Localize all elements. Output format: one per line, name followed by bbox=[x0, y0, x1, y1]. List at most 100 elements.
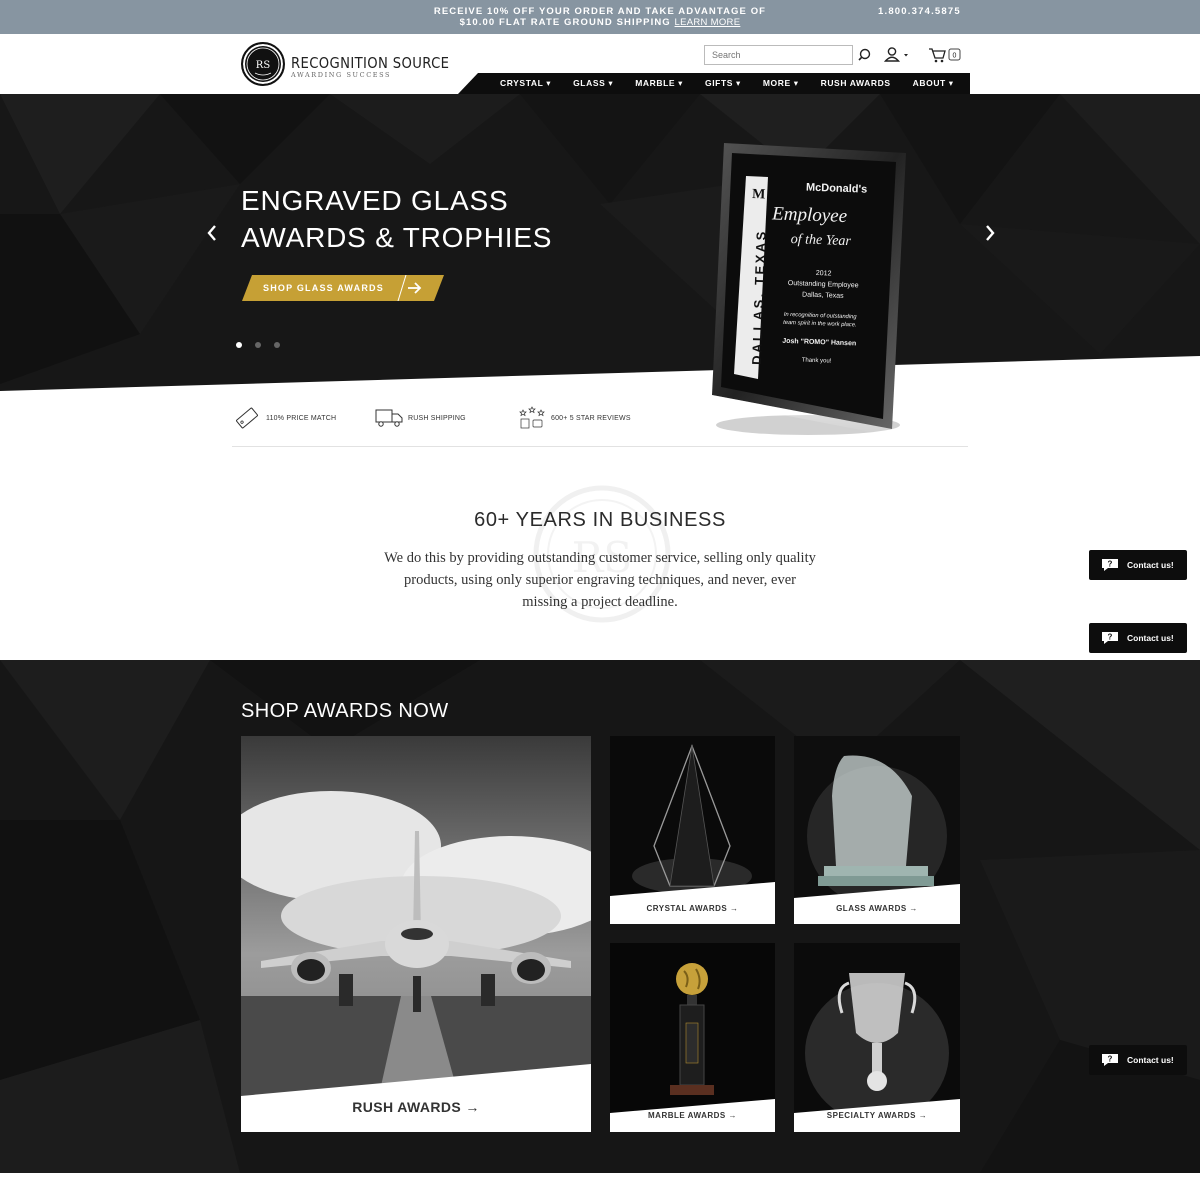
chat-bubble-icon: ? bbox=[1102, 1054, 1118, 1066]
airplane-image bbox=[241, 736, 591, 1132]
carousel-prev-icon[interactable] bbox=[204, 222, 220, 244]
contact-us-button-3[interactable]: ? Contact us! bbox=[1089, 1045, 1187, 1075]
shop-awards-section: SHOP AWARDS NOW RUSH AWARDS → CRYSTAL AW… bbox=[0, 660, 1200, 1173]
features-row: 110% PRICE MATCH RUSH SHIPPING 600+ 5 ST… bbox=[232, 395, 968, 447]
nav-item-more[interactable]: MORE ▾ bbox=[763, 73, 799, 94]
about-line-2: products, using only superior engraving … bbox=[403, 572, 797, 588]
search-input[interactable] bbox=[704, 45, 853, 65]
svg-text:?: ? bbox=[1108, 560, 1113, 569]
truck-icon bbox=[375, 409, 403, 427]
promo-message: RECEIVE 10% OFF YOUR ORDER AND TAKE ADVA… bbox=[400, 6, 800, 28]
tile-label-crystal-awards: CRYSTAL AWARDS → bbox=[646, 904, 739, 913]
tile-crystal-awards[interactable]: CRYSTAL AWARDS → bbox=[610, 736, 775, 924]
cta-label: SHOP GLASS AWARDS bbox=[263, 283, 384, 293]
contact-us-button-2[interactable]: ? Contact us! bbox=[1089, 623, 1187, 653]
stars-review-icon bbox=[519, 406, 545, 429]
about-description: We do this by providing outstanding cust… bbox=[360, 547, 840, 613]
hero-title-line-2: AWARDS & TROPHIES bbox=[241, 222, 553, 253]
crystal-award-image bbox=[610, 736, 775, 924]
tile-label-marble-awards: MARBLE AWARDS → bbox=[648, 1111, 737, 1120]
marble-award-image bbox=[610, 943, 775, 1132]
nav-item-crystal[interactable]: CRYSTAL ▾ bbox=[500, 73, 551, 94]
hero-title-line-1: ENGRAVED GLASS bbox=[241, 185, 509, 216]
about-line-3: missing a project deadline. bbox=[522, 594, 678, 610]
specialty-award-image bbox=[794, 943, 960, 1132]
nav-items: CRYSTAL ▾ GLASS ▾ MARBLE ▾ GIFTS ▾ MORE … bbox=[500, 73, 976, 94]
shop-glass-awards-button[interactable]: SHOP GLASS AWARDS bbox=[242, 275, 444, 301]
glass-plaque-image: DALLAS, TEXAS M McDonald's Employee of t… bbox=[710, 143, 906, 437]
hero-background bbox=[0, 94, 1200, 394]
svg-text:?: ? bbox=[1108, 1055, 1113, 1064]
tile-label-specialty-awards: SPECIALTY AWARDS → bbox=[826, 1111, 928, 1120]
site-header: RS RECOGNITION SOURCE AWARDING SUCCESS 0… bbox=[0, 34, 1200, 94]
svg-text:of the Year: of the Year bbox=[790, 232, 851, 249]
svg-text:M: M bbox=[752, 187, 766, 202]
nav-item-marble[interactable]: MARBLE ▾ bbox=[635, 73, 683, 94]
tile-label-specialty-awards-text: SPECIALTY AWARDS bbox=[826, 1111, 916, 1120]
logo-tagline: AWARDING SUCCESS bbox=[291, 71, 392, 79]
tile-label-glass-awards-text: GLASS AWARDS bbox=[836, 904, 907, 913]
chat-bubble-icon: ? bbox=[1102, 632, 1118, 644]
about-line-1: We do this by providing outstanding cust… bbox=[384, 550, 816, 566]
tile-specialty-awards[interactable]: SPECIALTY AWARDS → bbox=[794, 943, 960, 1132]
tile-glass-awards[interactable]: GLASS AWARDS → bbox=[794, 736, 960, 924]
contact-label-1: Contact us! bbox=[1127, 560, 1174, 570]
nav-item-gifts[interactable]: GIFTS ▾ bbox=[705, 73, 741, 94]
svg-text:?: ? bbox=[1108, 633, 1113, 642]
contact-us-button-1[interactable]: ? Contact us! bbox=[1089, 550, 1187, 580]
tile-marble-awards[interactable]: MARBLE AWARDS → bbox=[610, 943, 775, 1132]
feature-price-match: 110% PRICE MATCH bbox=[232, 406, 336, 430]
glass-award-image bbox=[794, 736, 960, 924]
shop-background bbox=[0, 660, 1200, 1173]
cart-icon[interactable]: 0 bbox=[928, 45, 962, 65]
carousel-dot-3[interactable] bbox=[274, 342, 280, 348]
shop-title: SHOP AWARDS NOW bbox=[241, 700, 449, 722]
logo-name[interactable]: RECOGNITION SOURCE bbox=[291, 54, 449, 72]
logo-emblem[interactable]: RS bbox=[241, 42, 285, 86]
promo-line-2: $10.00 FLAT RATE GROUND SHIPPING LEARN M… bbox=[400, 17, 800, 28]
contact-label-2: Contact us! bbox=[1127, 633, 1174, 643]
feature-label-price-match: 110% PRICE MATCH bbox=[266, 414, 337, 422]
carousel-dot-2[interactable] bbox=[255, 342, 261, 348]
svg-text:Thank you!: Thank you! bbox=[802, 357, 832, 364]
svg-text:0: 0 bbox=[953, 53, 957, 60]
svg-text:2012: 2012 bbox=[816, 270, 832, 278]
tile-label-crystal-awards-text: CRYSTAL AWARDS bbox=[646, 904, 728, 913]
user-account-icon[interactable] bbox=[883, 45, 910, 65]
feature-reviews: 600+ 5 STAR REVIEWS bbox=[517, 406, 631, 430]
nav-item-about[interactable]: ABOUT ▾ bbox=[913, 73, 954, 94]
carousel-dot-1[interactable] bbox=[236, 342, 242, 348]
price-tag-icon bbox=[236, 407, 258, 429]
feature-label-rush-shipping: RUSH SHIPPING bbox=[408, 414, 466, 422]
feature-rush-shipping: RUSH SHIPPING bbox=[374, 406, 466, 430]
learn-more-link[interactable]: LEARN MORE bbox=[675, 17, 741, 28]
footer-strip bbox=[0, 1173, 1200, 1200]
promo-line-1: RECEIVE 10% OFF YOUR ORDER AND TAKE ADVA… bbox=[433, 6, 767, 17]
promo-line-2-text: $10.00 FLAT RATE GROUND SHIPPING bbox=[459, 17, 671, 28]
svg-text:Dallas, Texas: Dallas, Texas bbox=[802, 291, 844, 299]
main-nav: CRYSTAL ▾ GLASS ▾ MARBLE ▾ GIFTS ▾ MORE … bbox=[458, 73, 1200, 94]
svg-text:McDonald's: McDonald's bbox=[806, 182, 868, 196]
svg-text:Employee: Employee bbox=[771, 203, 848, 227]
tile-label-rush-awards-text: RUSH AWARDS bbox=[352, 1099, 462, 1115]
svg-text:RS: RS bbox=[256, 60, 271, 71]
about-section: RS 60+ YEARS IN BUSINESS We do this by p… bbox=[0, 448, 1200, 660]
hero-title: ENGRAVED GLASS AWARDS & TROPHIES bbox=[241, 182, 552, 256]
phone-number[interactable]: 1.800.374.5875 bbox=[878, 6, 961, 17]
tile-label-rush-awards: RUSH AWARDS → bbox=[352, 1099, 480, 1115]
tile-label-glass-awards: GLASS AWARDS → bbox=[836, 904, 918, 913]
tile-label-marble-awards-text: MARBLE AWARDS bbox=[648, 1111, 726, 1120]
nav-item-glass[interactable]: GLASS ▾ bbox=[573, 73, 613, 94]
carousel-next-icon[interactable] bbox=[982, 222, 998, 244]
tile-rush-awards[interactable]: RUSH AWARDS → bbox=[241, 736, 591, 1132]
arrow-right-icon bbox=[397, 275, 422, 301]
contact-label-3: Contact us! bbox=[1127, 1055, 1174, 1065]
chat-bubble-icon: ? bbox=[1102, 559, 1118, 571]
about-title: 60+ YEARS IN BUSINESS bbox=[474, 509, 726, 531]
search-icon[interactable] bbox=[858, 45, 872, 65]
feature-label-reviews: 600+ 5 STAR REVIEWS bbox=[551, 414, 631, 422]
nav-item-rush-awards[interactable]: RUSH AWARDS bbox=[821, 73, 891, 94]
promo-bar: RECEIVE 10% OFF YOUR ORDER AND TAKE ADVA… bbox=[0, 0, 1200, 34]
hero-carousel: ENGRAVED GLASS AWARDS & TROPHIES SHOP GL… bbox=[0, 94, 1200, 394]
carousel-dots bbox=[236, 342, 293, 348]
